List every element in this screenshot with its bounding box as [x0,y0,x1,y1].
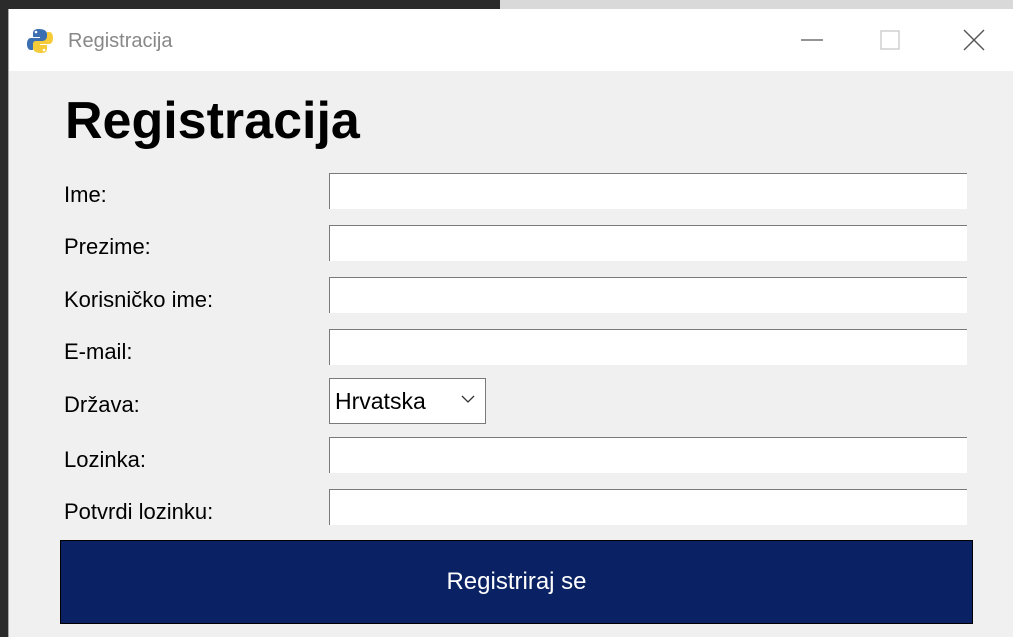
first-name-field[interactable] [329,173,967,209]
country-select[interactable]: Hrvatska [329,378,486,424]
first-name-label: Ime: [64,182,107,207]
username-label: Korisničko ime: [64,287,214,312]
minimize-icon [801,39,823,41]
close-button[interactable] [939,9,1009,71]
title-bar[interactable]: Registracija [9,9,1013,71]
confirm-password-field[interactable] [329,489,967,525]
password-field[interactable] [329,437,967,473]
maximize-button[interactable] [855,9,925,71]
minimize-button[interactable] [777,9,847,71]
country-label: Država: [64,392,140,417]
registration-window: Registracija Registracija Ime: Prezime: … [8,9,1013,637]
username-field[interactable] [329,277,967,313]
email-field[interactable] [329,329,967,365]
maximize-icon [880,30,900,50]
last-name-label: Prezime: [64,234,151,259]
chevron-down-icon [461,395,475,403]
confirm-password-label: Potvrdi lozinku: [64,499,214,524]
close-icon [963,29,985,51]
desktop-background [0,0,1013,9]
desktop-background-light [500,0,1013,9]
page-title: Registracija [65,92,360,150]
last-name-field[interactable] [329,225,967,261]
password-label: Lozinka: [64,447,146,472]
register-button[interactable]: Registriraj se [60,540,973,624]
country-select-value: Hrvatska [335,388,426,414]
register-button-label: Registriraj se [446,568,587,595]
window-title: Registracija [68,30,173,52]
form-area: Registracija Ime: Prezime: Korisničko im… [9,71,1013,637]
python-logo-icon [27,29,53,53]
email-label: E-mail: [64,339,133,364]
